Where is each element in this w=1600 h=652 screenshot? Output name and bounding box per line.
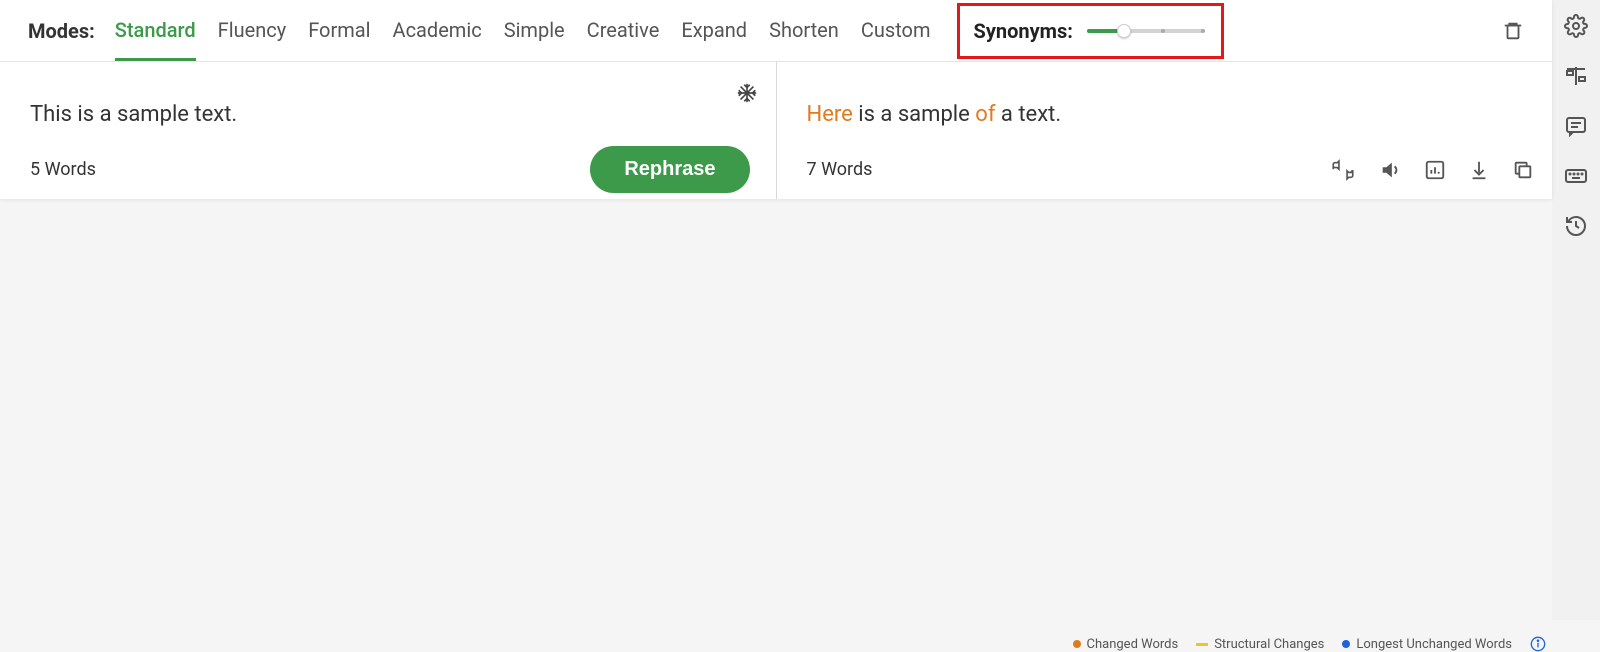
- mode-tab-formal[interactable]: Formal: [308, 0, 370, 61]
- topbar: Modes: Standard Fluency Formal Academic Simp…: [0, 0, 1552, 62]
- changed-word[interactable]: of: [975, 102, 995, 127]
- legend-changed: Changed Words: [1073, 637, 1179, 652]
- mode-tab-fluency[interactable]: Fluency: [218, 0, 287, 61]
- history-icon[interactable]: [1560, 210, 1592, 242]
- info-icon[interactable]: [1530, 636, 1546, 652]
- panels: This is a sample text. 5 Words Rephrase …: [0, 62, 1552, 199]
- legend: Changed Words Structural Changes Longest…: [1073, 636, 1547, 652]
- changed-word[interactable]: Here: [807, 102, 853, 127]
- keyboard-icon[interactable]: [1560, 160, 1592, 192]
- input-text[interactable]: This is a sample text.: [0, 62, 776, 141]
- speaker-icon[interactable]: [1378, 159, 1402, 181]
- mode-tab-custom[interactable]: Custom: [861, 0, 931, 61]
- legend-structural-label: Structural Changes: [1214, 637, 1324, 652]
- synonyms-slider[interactable]: [1087, 29, 1203, 33]
- settings-icon[interactable]: [1560, 10, 1592, 42]
- stats-icon[interactable]: [1424, 159, 1446, 181]
- right-rail: [1552, 0, 1600, 620]
- feedback-icon[interactable]: [1330, 159, 1356, 181]
- mode-tabs: Standard Fluency Formal Academic Simple Creat…: [115, 0, 931, 61]
- output-panel: Here is a sample of a text. 7 Words: [777, 62, 1553, 199]
- mode-tab-standard[interactable]: Standard: [115, 0, 196, 61]
- mode-tab-creative[interactable]: Creative: [587, 0, 660, 61]
- rephrase-button[interactable]: Rephrase: [590, 146, 749, 193]
- output-actions: [1330, 159, 1534, 181]
- download-icon[interactable]: [1468, 159, 1490, 181]
- output-text[interactable]: Here is a sample of a text.: [777, 62, 1553, 141]
- freeze-icon[interactable]: [736, 82, 758, 104]
- legend-structural: Structural Changes: [1196, 637, 1324, 652]
- output-word: is a sample: [853, 102, 975, 127]
- input-word-count: 5 Words: [30, 159, 96, 180]
- legend-changed-label: Changed Words: [1087, 637, 1179, 652]
- synonyms-label: Synonyms:: [974, 19, 1073, 43]
- output-word-count: 7 Words: [807, 159, 873, 180]
- mode-tab-academic[interactable]: Academic: [393, 0, 482, 61]
- input-panel: This is a sample text. 5 Words Rephrase: [0, 62, 777, 199]
- legend-unchanged-label: Longest Unchanged Words: [1356, 637, 1512, 652]
- legend-unchanged: Longest Unchanged Words: [1342, 637, 1512, 652]
- synonyms-control: Synonyms:: [957, 3, 1224, 59]
- mode-tab-shorten[interactable]: Shorten: [769, 0, 839, 61]
- mode-tab-expand[interactable]: Expand: [681, 0, 747, 61]
- feedback-rail-icon[interactable]: [1560, 110, 1592, 142]
- compare-icon[interactable]: [1560, 60, 1592, 92]
- output-word: a text.: [995, 102, 1061, 127]
- modes-label: Modes:: [28, 19, 95, 43]
- trash-icon[interactable]: [1496, 13, 1530, 49]
- mode-tab-simple[interactable]: Simple: [504, 0, 565, 61]
- copy-icon[interactable]: [1512, 159, 1534, 181]
